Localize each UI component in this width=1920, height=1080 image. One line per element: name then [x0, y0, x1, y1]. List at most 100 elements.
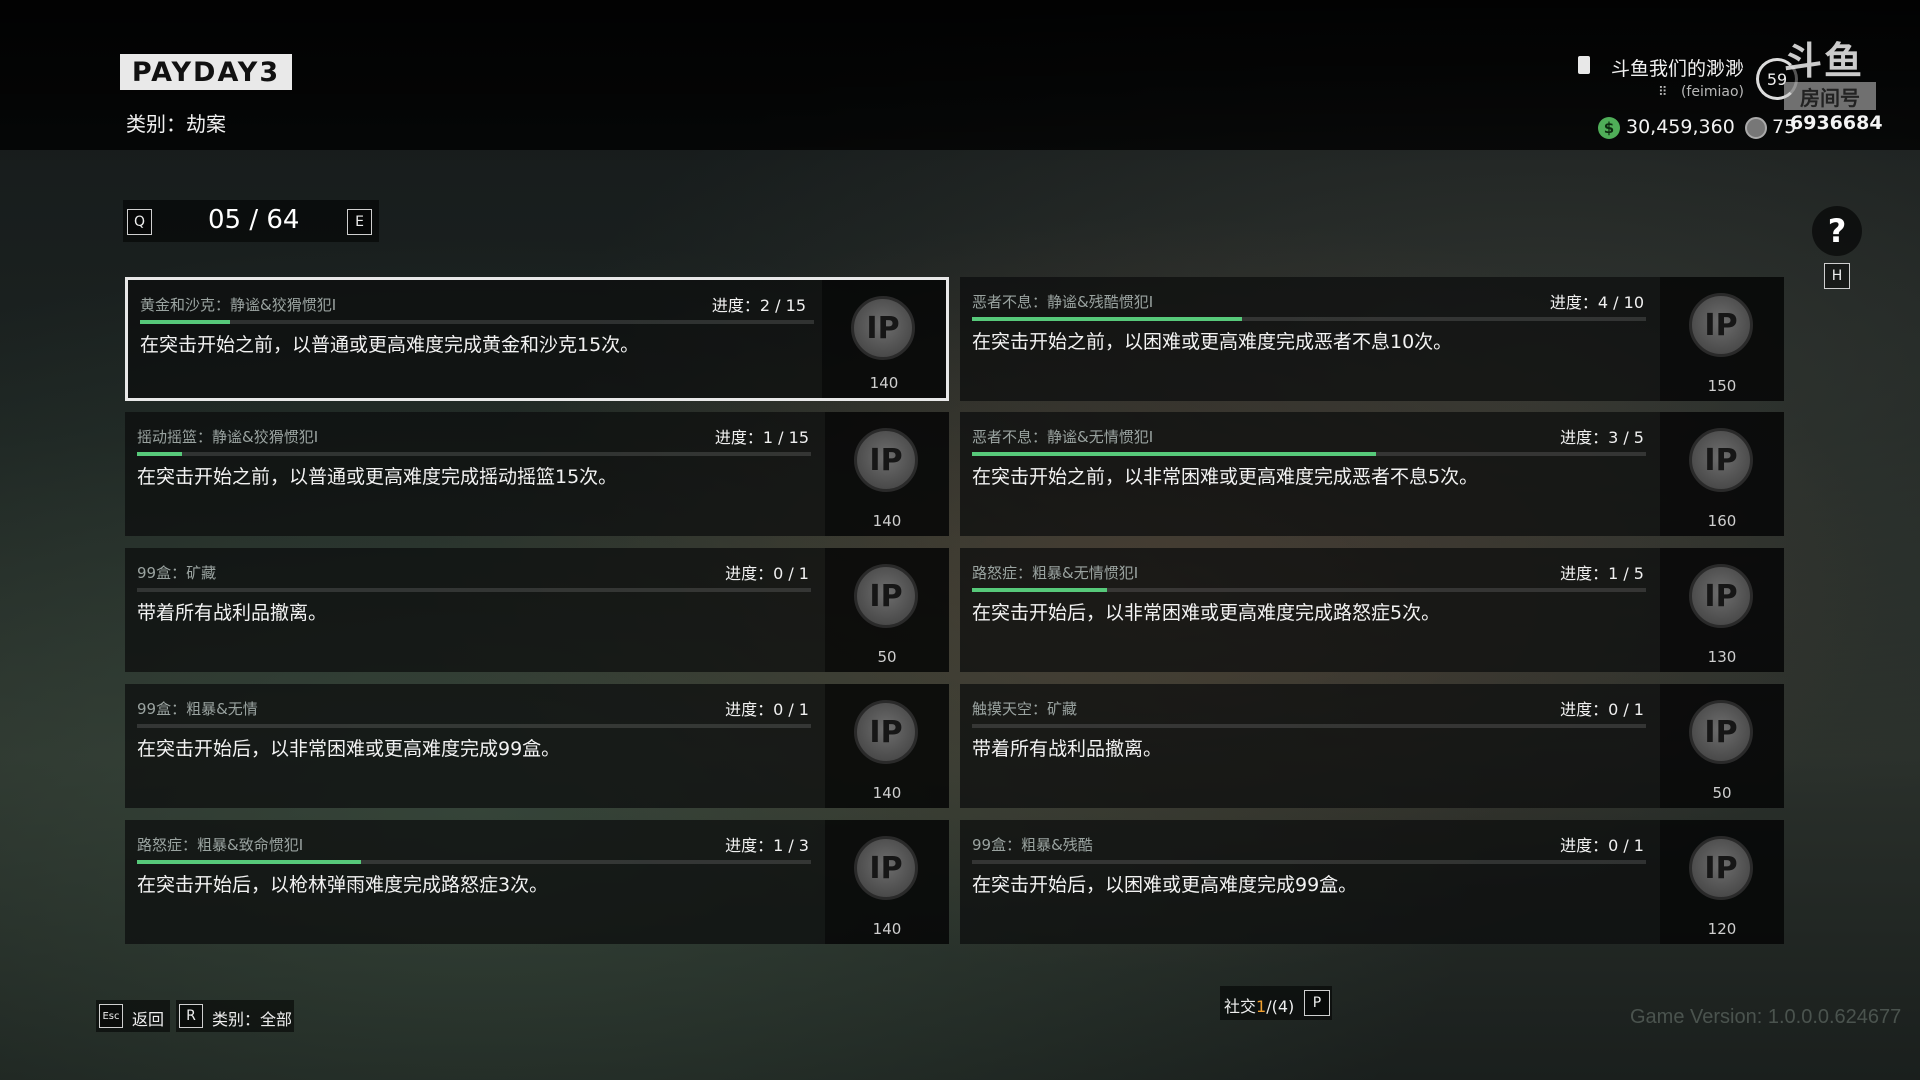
progress-track [972, 317, 1646, 321]
challenge-description: 带着所有战利品撤离。 [137, 602, 328, 624]
social-label: 社交1/(4) [1224, 997, 1295, 1016]
social-button[interactable]: 社交1/(4) P [1220, 986, 1332, 1020]
progress-track [137, 860, 811, 864]
infamy-points-icon: IP [1689, 564, 1753, 628]
progress-track [137, 724, 811, 728]
category-filter-button[interactable]: R 类别：全部 [176, 1000, 294, 1032]
help-key[interactable]: H [1824, 263, 1850, 289]
r-key: R [179, 1004, 203, 1028]
challenge-card[interactable]: 黄金和沙克：静谧&狡猾惯犯I 进度：2 / 15 在突击开始之前，以普通或更高难度完… [125, 277, 949, 401]
challenge-name: 触摸天空：矿藏 [972, 700, 1078, 718]
infamy-points-icon: IP [851, 296, 915, 360]
challenge-card[interactable]: 触摸天空：矿藏 进度：0 / 1 带着所有战利品撤离。 IP 50 [960, 684, 1784, 808]
reward-amount: 140 [869, 374, 899, 392]
token-icon [1745, 117, 1767, 139]
platform-icon: ⠿ [1658, 85, 1668, 100]
challenge-card[interactable]: 摇动摇篮：静谧&狡猾惯犯I 进度：1 / 15 在突击开始之前，以普通或更高难度完成… [125, 412, 949, 536]
reward-panel: IP 160 [1660, 412, 1784, 536]
challenge-card[interactable]: 恶者不息：静谧&残酷惯犯I 进度：4 / 10 在突击开始之前，以困难或更高难度完成… [960, 277, 1784, 401]
progress-fill [972, 317, 1242, 321]
challenge-description: 带着所有战利品撤离。 [972, 738, 1163, 760]
player-handle: (feimiao) [1680, 84, 1744, 100]
challenge-name: 路怒症：粗暴&无情惯犯I [972, 564, 1139, 582]
reward-amount: 120 [1707, 920, 1737, 938]
challenge-card[interactable]: 99盒：粗暴&残酷 进度：0 / 1 在突击开始后，以困难或更高难度完成99盒。 IP… [960, 820, 1784, 944]
progress-fill [972, 588, 1107, 592]
next-page-key[interactable]: E [347, 209, 372, 235]
infamy-points-icon: IP [1689, 700, 1753, 764]
challenge-progress: 进度：0 / 1 [725, 700, 809, 719]
challenge-progress: 进度：0 / 1 [725, 564, 809, 583]
back-button[interactable]: Esc 返回 [96, 1000, 170, 1032]
challenge-name: 99盒：粗暴&残酷 [972, 836, 1093, 854]
reward-amount: 160 [1707, 512, 1737, 530]
progress-fill [137, 452, 183, 456]
page-indicator: 05 / 64 [208, 205, 300, 235]
reward-panel: IP 140 [825, 412, 949, 536]
challenge-description: 在突击开始之前，以非常困难或更高难度完成恶者不息5次。 [972, 466, 1479, 488]
progress-track [972, 860, 1646, 864]
challenge-name: 恶者不息：静谧&残酷惯犯I [972, 293, 1154, 311]
reward-amount: 130 [1707, 648, 1737, 666]
page-title: 类别：劫案 [126, 112, 226, 136]
category-filter-label: 类别：全部 [212, 1010, 293, 1029]
reward-amount: 140 [872, 920, 902, 938]
challenge-name: 黄金和沙克：静谧&狡猾惯犯I [140, 296, 337, 314]
player-name: 斗鱼我们的渺渺 [1610, 58, 1744, 80]
reward-amount: 140 [872, 512, 902, 530]
challenge-name: 摇动摇篮：静谧&狡猾惯犯I [137, 428, 319, 446]
progress-fill [140, 320, 230, 324]
challenge-card[interactable]: 99盒：粗暴&无情 进度：0 / 1 在突击开始后，以非常困难或更高难度完成99盒。… [125, 684, 949, 808]
progress-track [137, 452, 811, 456]
reward-amount: 50 [877, 648, 897, 666]
payday3-logo: PAYDAY3 [120, 54, 292, 90]
challenge-card[interactable]: 恶者不息：静谧&无情惯犯I 进度：3 / 5 在突击开始之前，以非常困难或更高难度完… [960, 412, 1784, 536]
challenge-card[interactable]: 路怒症：粗暴&无情惯犯I 进度：1 / 5 在突击开始后，以非常困难或更高难度完成路… [960, 548, 1784, 672]
challenge-card[interactable]: 99盒：矿藏 进度：0 / 1 带着所有战利品撤离。 IP 50 [125, 548, 949, 672]
infamy-points-icon: IP [1689, 836, 1753, 900]
challenge-description: 在突击开始后，以困难或更高难度完成99盒。 [972, 874, 1358, 896]
infamy-points-icon: IP [854, 428, 918, 492]
challenge-progress: 进度：1 / 5 [1560, 564, 1644, 583]
challenge-progress: 进度：3 / 5 [1560, 428, 1644, 447]
challenge-description: 在突击开始之前，以困难或更高难度完成恶者不息10次。 [972, 331, 1453, 353]
esc-key: Esc [99, 1004, 123, 1028]
challenge-description: 在突击开始后，以非常困难或更高难度完成99盒。 [137, 738, 561, 760]
reward-amount: 150 [1707, 377, 1737, 395]
stream-room-label: 房间号 [1784, 82, 1876, 110]
challenge-description: 在突击开始之前，以普通或更高难度完成摇动摇篮15次。 [137, 466, 618, 488]
help-button[interactable]: ? [1812, 206, 1862, 256]
page-navigator: Q 05 / 64 E [123, 200, 379, 242]
social-online-count: 1 [1256, 997, 1267, 1016]
reward-panel: IP 130 [1660, 548, 1784, 672]
stream-watermark-logo: 斗鱼 [1784, 39, 1865, 83]
reward-amount: 140 [872, 784, 902, 802]
progress-fill [137, 860, 362, 864]
challenge-name: 恶者不息：静谧&无情惯犯I [972, 428, 1154, 446]
stream-room-number: 6936684 [1790, 112, 1883, 134]
reward-panel: IP 50 [825, 548, 949, 672]
reward-panel: IP 50 [1660, 684, 1784, 808]
back-label: 返回 [132, 1010, 165, 1029]
challenge-progress: 进度：0 / 1 [1560, 836, 1644, 855]
reward-panel: IP 140 [825, 684, 949, 808]
reward-panel: IP 140 [822, 280, 946, 398]
phone-icon [1578, 56, 1590, 74]
challenge-progress: 进度：1 / 3 [725, 836, 809, 855]
challenge-description: 在突击开始之前，以普通或更高难度完成黄金和沙克15次。 [140, 334, 640, 356]
reward-panel: IP 120 [1660, 820, 1784, 944]
progress-track [972, 724, 1646, 728]
challenge-name: 99盒：粗暴&无情 [137, 700, 258, 718]
challenge-progress: 进度：1 / 15 [714, 428, 809, 447]
challenge-card[interactable]: 路怒症：粗暴&致命惯犯I 进度：1 / 3 在突击开始后，以枪林弹雨难度完成路怒症3… [125, 820, 949, 944]
prev-page-key[interactable]: Q [127, 209, 152, 235]
progress-track [137, 588, 811, 592]
reward-panel: IP 150 [1660, 277, 1784, 401]
game-version: Game Version: 1.0.0.0.624677 [1630, 1006, 1902, 1028]
infamy-points-icon: IP [854, 700, 918, 764]
reward-amount: 50 [1712, 784, 1732, 802]
reward-panel: IP 140 [825, 820, 949, 944]
challenge-description: 在突击开始后，以枪林弹雨难度完成路怒症3次。 [137, 874, 549, 896]
challenge-progress: 进度：2 / 15 [711, 296, 806, 315]
challenge-progress: 进度：0 / 1 [1560, 700, 1644, 719]
